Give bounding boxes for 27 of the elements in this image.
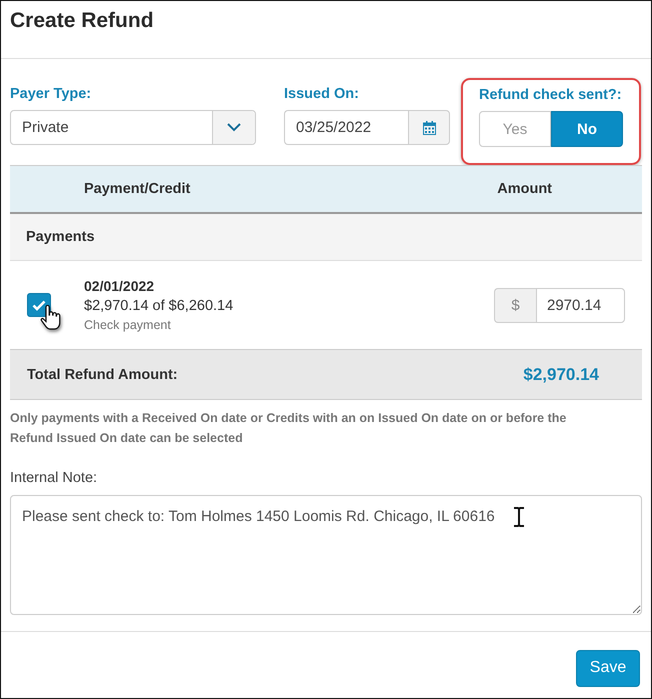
column-header: Payment/Credit — [84, 181, 190, 197]
amount-field[interactable]: 2970.14 — [536, 288, 625, 322]
currency-addon: $ — [494, 288, 536, 322]
checkbox[interactable] — [27, 293, 51, 317]
total-label: Total Refund Amount: — [27, 366, 178, 382]
notice-text: Only payments with a Received On date or Credits with an on Issued On date on or before the Refund Issued On date can be selected — [10, 410, 568, 447]
payment-method: Check payment — [84, 318, 172, 332]
field-label: Refund check sent?: — [479, 87, 623, 103]
calendar-icon — [422, 120, 436, 134]
dialog-title: Create Refund — [10, 9, 155, 33]
field-label: Payer Type: — [10, 86, 92, 102]
date-field[interactable]: 03/25/2022 — [284, 110, 408, 145]
payer-type-select[interactable]: Private — [10, 110, 256, 145]
note-field[interactable]: Please sent check to: Tom Holmes 1450 Loomis Rd. Chicago, IL 60616 — [10, 495, 642, 615]
calendar-button[interactable] — [408, 110, 450, 145]
total-value: $2,970.14 — [523, 364, 599, 384]
field-label: Issued On: — [284, 86, 360, 102]
hand-pointer-icon — [40, 305, 62, 331]
toggle-option[interactable]: No — [551, 111, 623, 147]
chevron-down-icon — [227, 123, 241, 132]
group-title: Payments — [26, 229, 95, 245]
column-header: Amount — [497, 181, 552, 197]
payment-summary: $2,970.14 of $6,260.14 — [84, 298, 234, 314]
field-label: Internal Note: — [10, 470, 98, 486]
checkmark-icon — [32, 300, 46, 310]
payment-date: 02/01/2022 — [84, 278, 156, 294]
text-cursor-icon — [513, 507, 525, 527]
